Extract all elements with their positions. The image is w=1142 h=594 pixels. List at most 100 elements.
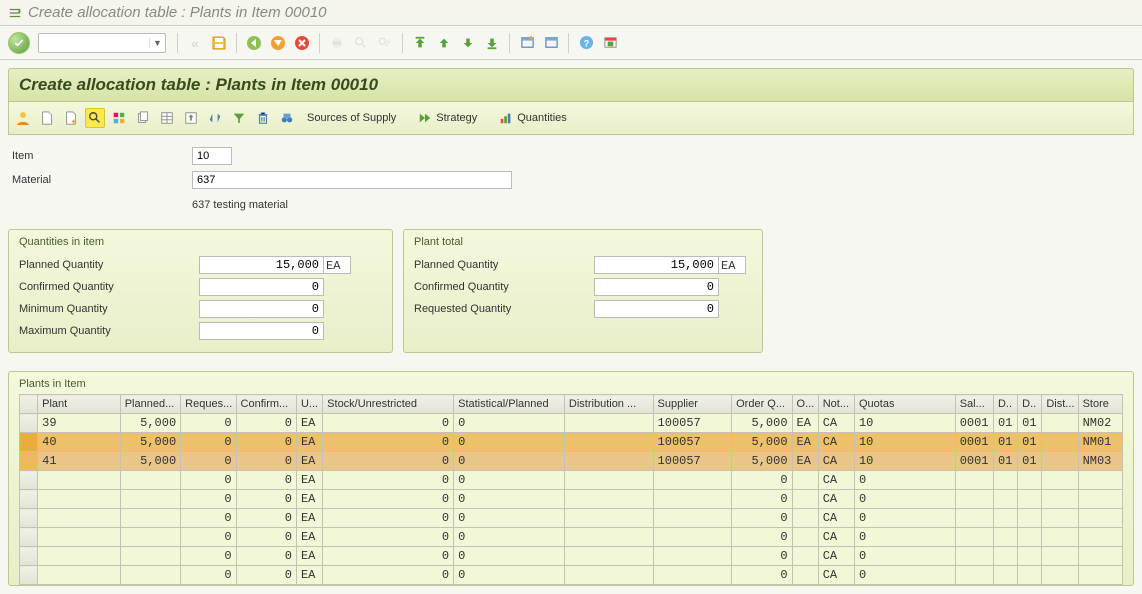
cell[interactable] <box>38 509 121 528</box>
cell[interactable]: 5,000 <box>120 414 180 433</box>
cell[interactable]: 0 <box>181 471 236 490</box>
min-qty-input[interactable] <box>199 300 324 318</box>
cell[interactable]: 0 <box>854 471 955 490</box>
cell[interactable]: CA <box>818 528 854 547</box>
cell[interactable] <box>38 490 121 509</box>
cell[interactable] <box>993 490 1017 509</box>
cell[interactable]: 0001 <box>955 414 993 433</box>
cell[interactable] <box>1018 471 1042 490</box>
cell[interactable]: 0 <box>454 566 565 585</box>
cell[interactable] <box>653 509 732 528</box>
cell[interactable] <box>564 566 653 585</box>
cell[interactable]: CA <box>818 471 854 490</box>
cell[interactable] <box>653 566 732 585</box>
col-dist[interactable]: Dist... <box>1042 395 1078 414</box>
cell[interactable]: 0 <box>323 509 454 528</box>
plants-grid[interactable]: Plant Planned... Reques... Confirm... U.… <box>19 394 1123 585</box>
cell[interactable] <box>955 528 993 547</box>
cell[interactable]: 0 <box>181 452 236 471</box>
cell[interactable]: 0 <box>181 414 236 433</box>
cell[interactable]: CA <box>818 509 854 528</box>
cell[interactable] <box>955 566 993 585</box>
cell[interactable] <box>792 528 818 547</box>
copy-icon[interactable] <box>133 108 153 128</box>
ok-button[interactable] <box>8 32 30 54</box>
cell[interactable]: CA <box>818 490 854 509</box>
cell[interactable]: 0 <box>454 471 565 490</box>
table-row[interactable]: 405,00000EA001000575,000EACA1000010101NM… <box>20 433 1123 452</box>
last-page-icon[interactable] <box>482 33 502 53</box>
exit-icon[interactable] <box>268 33 288 53</box>
new-document-icon[interactable] <box>61 108 81 128</box>
table-row[interactable]: 00EA000CA0 <box>20 509 1123 528</box>
item-input[interactable] <box>192 147 232 165</box>
table-row[interactable]: 00EA000CA0 <box>20 490 1123 509</box>
back-icon[interactable] <box>244 33 264 53</box>
cell[interactable]: 01 <box>1018 452 1042 471</box>
cell[interactable] <box>120 490 180 509</box>
cell[interactable]: 5,000 <box>120 433 180 452</box>
cell[interactable]: 0 <box>236 452 296 471</box>
cell[interactable] <box>792 490 818 509</box>
cell[interactable]: 0 <box>236 471 296 490</box>
cell[interactable]: EA <box>296 566 322 585</box>
cell[interactable] <box>20 528 38 547</box>
cell[interactable] <box>20 547 38 566</box>
cell[interactable] <box>955 547 993 566</box>
cell[interactable]: EA <box>296 547 322 566</box>
cell[interactable] <box>1018 547 1042 566</box>
cell[interactable]: CA <box>818 566 854 585</box>
first-page-icon[interactable] <box>410 33 430 53</box>
cell[interactable] <box>564 528 653 547</box>
cell[interactable] <box>38 547 121 566</box>
cell[interactable]: 0 <box>323 433 454 452</box>
cell[interactable] <box>564 471 653 490</box>
cell[interactable] <box>1042 547 1078 566</box>
table-row[interactable]: 00EA000CA0 <box>20 566 1123 585</box>
shortcut-icon[interactable] <box>541 33 561 53</box>
strategy-button[interactable]: Strategy <box>418 111 477 125</box>
table-row[interactable]: 395,00000EA001000575,000EACA1000010101NM… <box>20 414 1123 433</box>
cell[interactable]: 0 <box>454 509 565 528</box>
cell[interactable] <box>993 471 1017 490</box>
cell[interactable] <box>1042 433 1078 452</box>
cell[interactable] <box>1018 509 1042 528</box>
cell[interactable] <box>955 490 993 509</box>
cell[interactable] <box>20 414 38 433</box>
binoculars-icon[interactable] <box>277 108 297 128</box>
cell[interactable] <box>653 471 732 490</box>
col-distr[interactable]: Distribution ... <box>564 395 653 414</box>
table-icon[interactable] <box>157 108 177 128</box>
cell[interactable]: 0 <box>236 528 296 547</box>
cell[interactable] <box>1042 414 1078 433</box>
cell[interactable] <box>1078 528 1122 547</box>
cell[interactable] <box>1078 471 1122 490</box>
planned-qty-input[interactable] <box>199 256 324 274</box>
cell[interactable] <box>792 566 818 585</box>
cell[interactable]: EA <box>296 528 322 547</box>
cell[interactable]: 10 <box>854 433 955 452</box>
cell[interactable] <box>120 509 180 528</box>
cell[interactable] <box>20 509 38 528</box>
command-dropdown-icon[interactable]: ▼ <box>149 38 165 48</box>
cell[interactable]: NM01 <box>1078 433 1122 452</box>
cell[interactable] <box>1042 471 1078 490</box>
cell[interactable]: EA <box>296 414 322 433</box>
cell[interactable] <box>1042 490 1078 509</box>
col-orderq[interactable]: Order Q... <box>732 395 792 414</box>
cell[interactable]: 0 <box>454 452 565 471</box>
table-row[interactable]: 00EA000CA0 <box>20 528 1123 547</box>
cell[interactable] <box>1078 547 1122 566</box>
cell[interactable] <box>1078 509 1122 528</box>
cell[interactable] <box>653 528 732 547</box>
find-highlight-icon[interactable] <box>85 108 105 128</box>
cell[interactable] <box>1042 566 1078 585</box>
cell[interactable] <box>564 509 653 528</box>
cell[interactable] <box>120 471 180 490</box>
user-icon[interactable] <box>13 108 33 128</box>
cell[interactable] <box>1018 566 1042 585</box>
cell[interactable]: EA <box>296 452 322 471</box>
col-sal[interactable]: Sal... <box>955 395 993 414</box>
cell[interactable] <box>564 433 653 452</box>
cell[interactable] <box>955 471 993 490</box>
